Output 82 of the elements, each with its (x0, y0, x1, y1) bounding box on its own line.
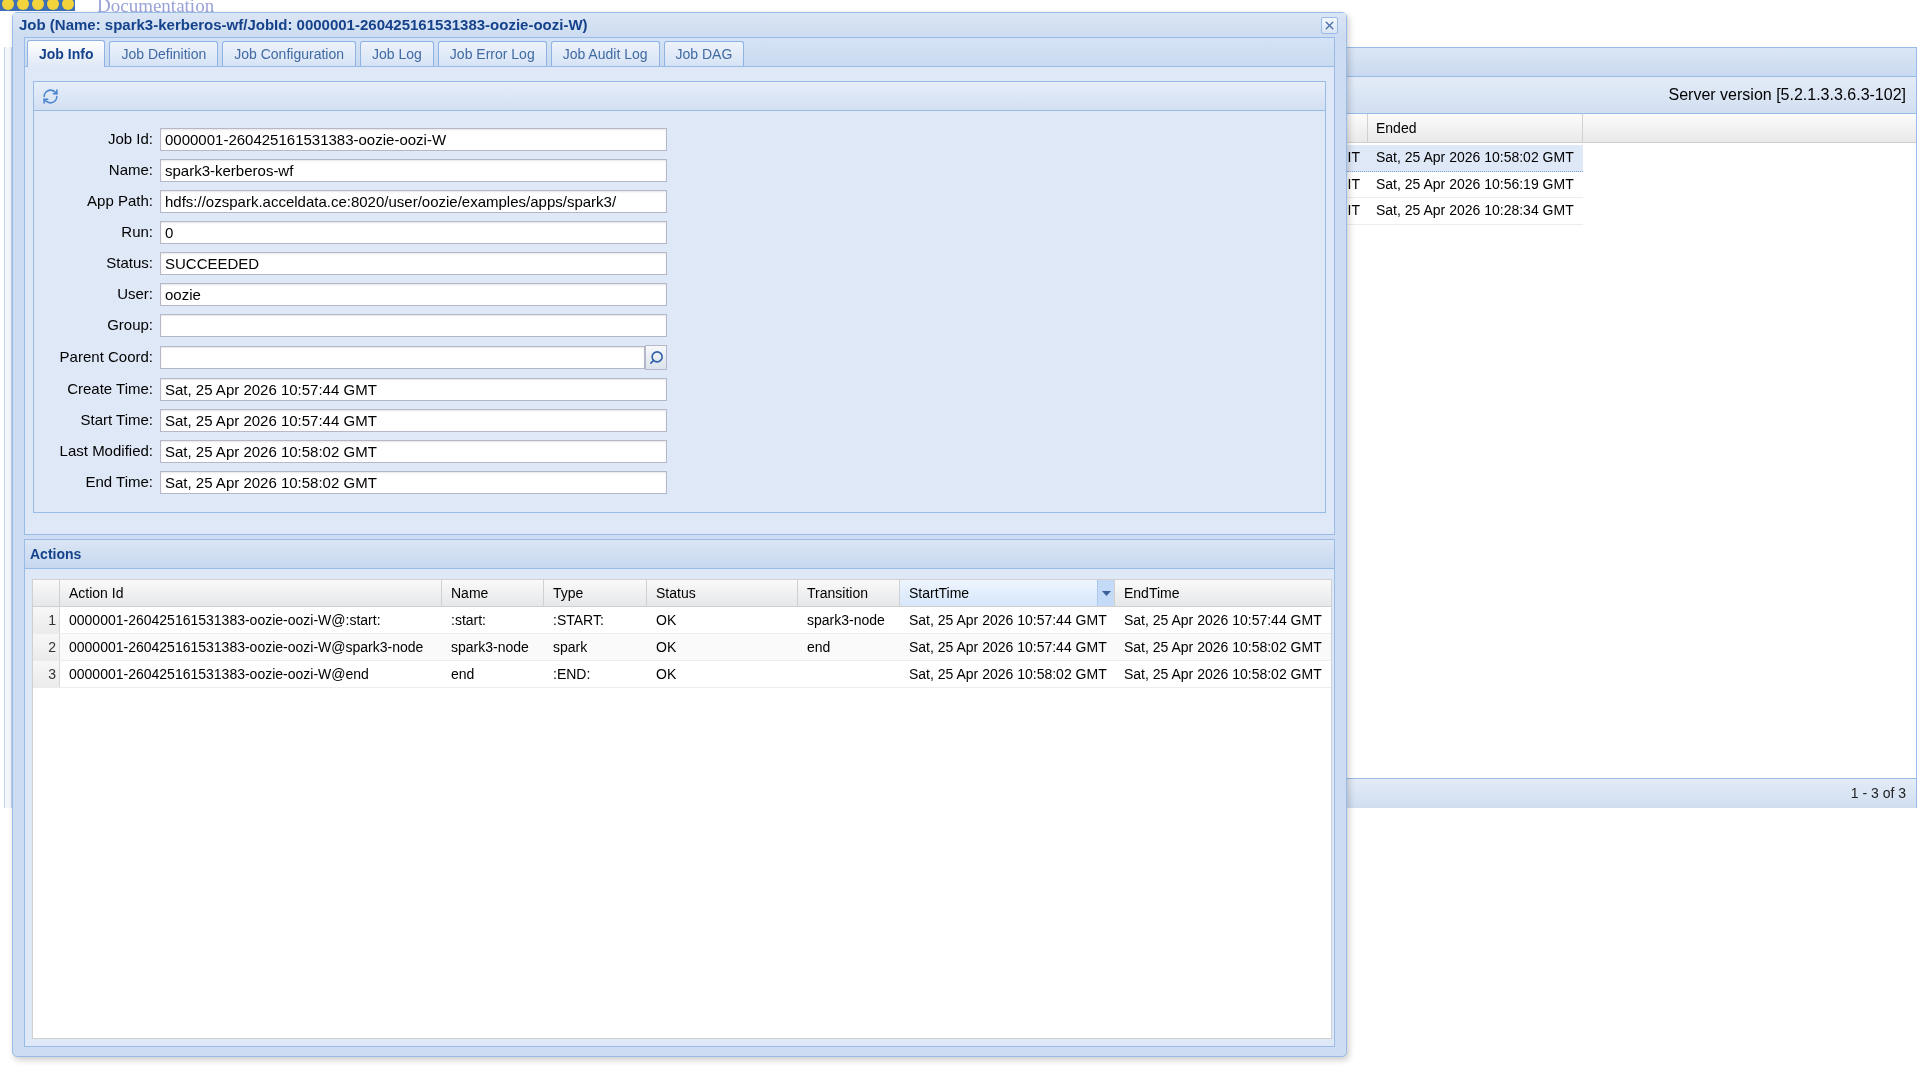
table-cell-text: Sat, 25 Apr 2026 10:57:44 GMT (1123, 610, 1323, 630)
table-cell-text: Sat, 25 Apr 2026 10:58:02 GMT (1123, 637, 1323, 657)
field-label: Parent Coord: (58, 347, 153, 368)
text-field[interactable]: oozie (160, 283, 667, 306)
table-cell-text: Sat, 25 Apr 2026 10:57:44 GMT (908, 610, 1108, 630)
table-cell-text: Sat, 25 Apr 2026 10:58:02 GMT (1375, 148, 1575, 168)
field-label: Job Id: (106, 129, 153, 150)
table-cell-text: 0000001-260425161531383-oozie-oozi-W@end (68, 664, 370, 684)
table-cell-text: spark3-node (450, 637, 530, 657)
field-label: Start Time: (79, 410, 153, 431)
table-cell-text: spark3-node (806, 610, 886, 630)
table-cell-text: IT (1347, 174, 1361, 194)
table-cell-text: Sat, 25 Apr 2026 10:28:34 GMT (1375, 201, 1575, 221)
table-cell-text: 0000001-260425161531383-oozie-oozi-W@:start: (68, 610, 382, 630)
table-cell-text: IT (1347, 148, 1361, 168)
refresh-icon[interactable] (42, 87, 59, 105)
tab[interactable]: Job Log (360, 41, 434, 66)
field-label: User: (116, 284, 153, 305)
table-cell-text: end (806, 637, 832, 657)
text-field[interactable] (160, 314, 667, 337)
server-version-text: Server version [5.2.1.3.3.6.3-102] (1668, 85, 1906, 105)
column-header[interactable]: Status (647, 580, 798, 606)
text-field[interactable]: Sat, 25 Apr 2026 10:57:44 GMT (160, 409, 667, 432)
table-row[interactable]: IT Sat, 25 Apr 2026 10:58:02 GMT (1347, 145, 1583, 172)
text-field[interactable] (160, 346, 645, 369)
table-cell-text: Sat, 25 Apr 2026 10:58:02 GMT (908, 664, 1108, 684)
row-number: 1 (33, 607, 60, 633)
column-header[interactable]: EndTime (1115, 580, 1332, 606)
window-title: Job (Name: spark3-kerberos-wf/JobId: 0000001-260425161531383-oozie-oozi-W) (19, 14, 588, 35)
field-label: Run: (120, 222, 153, 243)
field-label: Group: (106, 315, 153, 336)
search-button[interactable] (645, 345, 667, 370)
panel-title: Actions (30, 544, 82, 564)
tab[interactable]: Job DAG (663, 41, 745, 66)
table-cell-text: Sat, 25 Apr 2026 10:58:02 GMT (1123, 664, 1323, 684)
table-row[interactable]: 1 0000001-260425161531383-oozie-oozi-W@:start: :start: :START: OK spark3-node Sat, 25 Apr 2026 10:57:44 GMT Sat, 25 Apr 2026 10:57:44 GMT (33, 607, 1331, 634)
table-cell-text: Sat, 25 Apr 2026 10:57:44 GMT (908, 637, 1108, 657)
text-field[interactable]: SUCCEEDED (160, 252, 667, 275)
text-field[interactable]: Sat, 25 Apr 2026 10:57:44 GMT (160, 378, 667, 401)
text-field[interactable]: 0 (160, 221, 667, 244)
tab[interactable]: Job Configuration (222, 41, 356, 66)
text-field[interactable]: hdfs://ozspark.acceldata.ce:8020/user/oozie/examples/apps/spark3/ (160, 190, 667, 213)
column-header[interactable]: Action Id (60, 580, 442, 606)
table-cell-text: end (450, 664, 476, 684)
table-cell-text: :start: (450, 610, 487, 630)
table-row[interactable]: 2 0000001-260425161531383-oozie-oozi-W@spark3-node spark3-node spark OK end Sat, 25 Apr 2026 10:57:44 GMT Sat, 25 Apr 2026 10:58:02 GMT (33, 634, 1331, 661)
paging-text: 1 - 3 of 3 (1850, 784, 1906, 803)
table-cell-text: OK (655, 664, 678, 684)
row-number: 3 (33, 661, 60, 687)
table-row[interactable]: 3 0000001-260425161531383-oozie-oozi-W@end end :END: OK Sat, 25 Apr 2026 10:58:02 GMT Sat, 25 Apr 2026 10:58:02 GMT (33, 661, 1331, 688)
column-header[interactable]: Type (544, 580, 647, 606)
field-label: End Time: (84, 472, 153, 493)
text-field[interactable]: 0000001-260425161531383-oozie-oozi-W (160, 128, 667, 151)
close-button[interactable] (1321, 16, 1338, 34)
table-cell-text: Sat, 25 Apr 2026 10:56:19 GMT (1375, 174, 1575, 194)
tab[interactable]: Job Definition (109, 41, 219, 66)
column-header[interactable]: StartTime (900, 580, 1115, 606)
table-cell-text: IT (1347, 201, 1361, 221)
column-header[interactable]: Ended (1368, 114, 1583, 142)
field-label: Create Time: (66, 379, 153, 400)
field-label: Last Modified: (58, 441, 153, 462)
tab[interactable]: Job Error Log (437, 41, 547, 66)
table-cell-text: OK (655, 610, 678, 630)
text-field[interactable]: spark3-kerberos-wf (160, 159, 667, 182)
tab[interactable]: Job Info (27, 40, 106, 67)
column-header[interactable]: Name (442, 580, 544, 606)
text-field[interactable]: Sat, 25 Apr 2026 10:58:02 GMT (160, 471, 667, 494)
text-field[interactable]: Sat, 25 Apr 2026 10:58:02 GMT (160, 440, 667, 463)
table-cell-text: 0000001-260425161531383-oozie-oozi-W@spark3-node (68, 637, 425, 657)
table-cell-text: OK (655, 637, 678, 657)
row-number: 2 (33, 634, 60, 660)
table-cell-text: :END: (552, 664, 592, 684)
logo-icon (0, 0, 75, 11)
field-label: Status: (105, 253, 153, 274)
search-icon (648, 350, 664, 365)
table-cell-text: spark (552, 637, 589, 657)
field-label: Name: (107, 160, 153, 181)
tab[interactable]: Job Audit Log (550, 41, 660, 66)
table-cell-text: :START: (552, 610, 605, 630)
column-menu-button[interactable] (1097, 580, 1114, 606)
field-label: App Path: (86, 191, 153, 212)
caret-icon (1101, 590, 1111, 596)
